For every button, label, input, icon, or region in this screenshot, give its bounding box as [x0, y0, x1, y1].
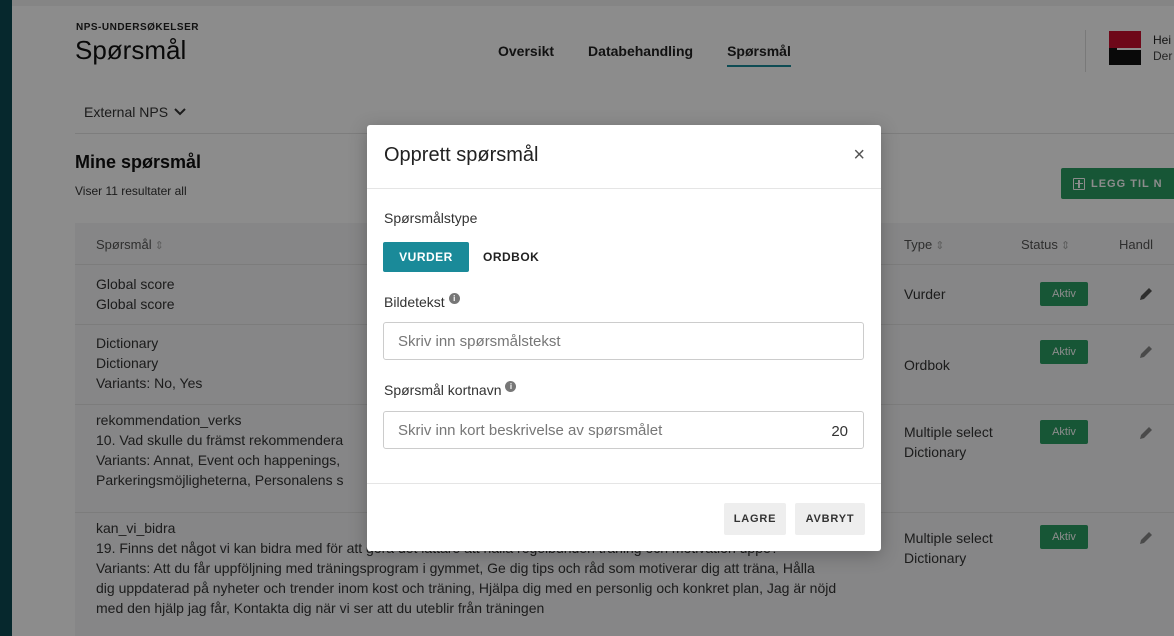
save-button[interactable]: LAGRE	[724, 503, 786, 535]
close-icon[interactable]: ×	[853, 145, 865, 165]
modal-footer-divider	[367, 483, 881, 484]
caption-input[interactable]	[383, 322, 864, 360]
type-option-ordbok[interactable]: ORDBOK	[483, 242, 539, 272]
shortname-input[interactable]	[383, 411, 864, 449]
type-option-vurder[interactable]: VURDER	[383, 242, 469, 272]
create-question-modal: Opprett spørsmål × Spørsmålstype VURDER …	[367, 125, 881, 551]
info-icon[interactable]: i	[448, 292, 460, 304]
character-counter: 20	[831, 423, 848, 440]
question-type-label: Spørsmålstype	[384, 210, 478, 226]
cancel-button[interactable]: AVBRYT	[795, 503, 865, 535]
shortname-label: Spørsmål kortnavn i	[384, 380, 517, 398]
caption-label: Bildetekst i	[384, 292, 460, 310]
info-icon[interactable]: i	[505, 380, 517, 392]
modal-header: Opprett spørsmål ×	[367, 125, 881, 189]
modal-title: Opprett spørsmål	[384, 144, 539, 166]
